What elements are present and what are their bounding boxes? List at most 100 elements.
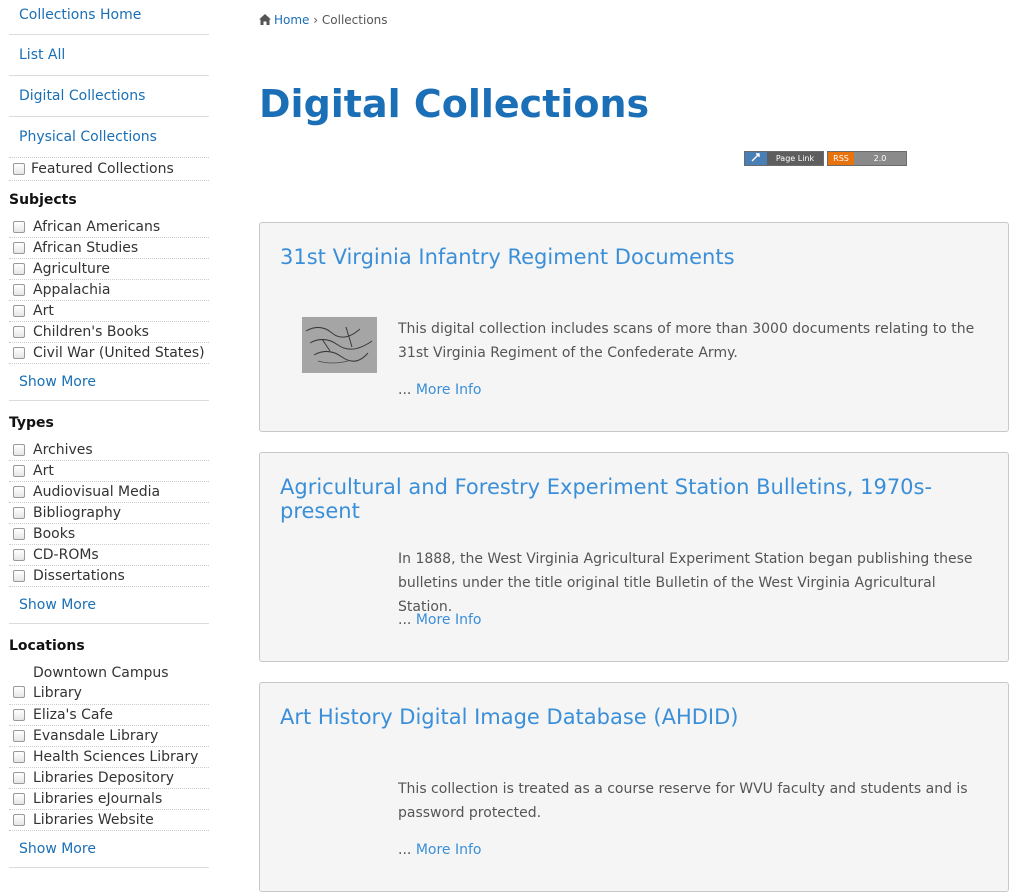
type-label: CD-ROMs <box>33 547 99 563</box>
nav-list-all[interactable]: List All <box>9 35 209 76</box>
rss-badge[interactable]: RSS 2.0 <box>827 151 907 166</box>
sidebar: Collections Home List All Digital Collec… <box>9 0 209 868</box>
ellipsis: ... <box>398 612 412 628</box>
page-link-label: Page Link <box>767 152 823 165</box>
subject-label: Children's Books <box>33 324 149 340</box>
breadcrumb: Home › Collections <box>259 13 388 28</box>
collection-title-link[interactable]: 31st Virginia Infantry Regiment Document… <box>280 245 735 269</box>
checkbox[interactable] <box>13 263 25 275</box>
featured-checkbox[interactable] <box>13 163 25 175</box>
subject-filter[interactable]: African Studies <box>9 238 209 259</box>
type-filter[interactable]: Archives <box>9 440 209 461</box>
types-show-more-link[interactable]: Show More <box>9 587 209 624</box>
location-filter[interactable]: Downtown Campus Library <box>9 663 209 705</box>
collection-card: 31st Virginia Infantry Regiment Document… <box>259 222 1009 432</box>
collection-thumbnail[interactable] <box>302 317 377 373</box>
nav-physical-collections[interactable]: Physical Collections <box>9 117 209 158</box>
location-label: Libraries Depository <box>33 770 175 786</box>
location-filter[interactable]: Libraries Depository <box>9 768 209 789</box>
checkbox[interactable] <box>13 347 25 359</box>
checkbox[interactable] <box>13 570 25 582</box>
breadcrumb-current: Collections <box>321 13 388 27</box>
subjects-heading: Subjects <box>9 192 77 208</box>
location-filter[interactable]: Libraries eJournals <box>9 789 209 810</box>
more-info-row: ... More Info <box>398 382 481 398</box>
nav-digital-collections[interactable]: Digital Collections <box>9 76 209 117</box>
types-heading: Types <box>9 415 54 431</box>
collection-title-link[interactable]: Art History Digital Image Database (AHDI… <box>280 705 738 729</box>
checkbox[interactable] <box>13 709 25 721</box>
feed-badges: Page Link RSS 2.0 <box>744 151 907 166</box>
checkbox[interactable] <box>13 814 25 826</box>
subject-filter[interactable]: Civil War (United States) <box>9 343 209 364</box>
more-info-row: ... More Info <box>398 842 481 858</box>
collection-description: This digital collection includes scans o… <box>398 321 975 361</box>
checkbox[interactable] <box>13 772 25 784</box>
collection-title-link[interactable]: Agricultural and Forestry Experiment Sta… <box>280 475 932 523</box>
featured-label: Featured Collections <box>31 161 174 177</box>
checkbox[interactable] <box>13 326 25 338</box>
checkbox[interactable] <box>13 793 25 805</box>
subject-filter[interactable]: Agriculture <box>9 259 209 280</box>
type-label: Art <box>33 463 54 479</box>
checkbox[interactable] <box>13 507 25 519</box>
type-label: Audiovisual Media <box>33 484 161 500</box>
more-info-row: ... More Info <box>398 612 481 628</box>
checkbox[interactable] <box>13 528 25 540</box>
type-filter[interactable]: Bibliography <box>9 503 209 524</box>
checkbox[interactable] <box>13 686 25 698</box>
subject-filter[interactable]: Art <box>9 301 209 322</box>
type-filter[interactable]: Dissertations <box>9 566 209 587</box>
checkbox[interactable] <box>13 305 25 317</box>
subject-label: Agriculture <box>33 261 110 277</box>
subject-filter[interactable]: Children's Books <box>9 322 209 343</box>
type-label: Books <box>33 526 76 542</box>
more-info-link[interactable]: More Info <box>416 612 482 628</box>
subject-label: Art <box>33 303 54 319</box>
location-label: Health Sciences Library <box>33 749 199 765</box>
collection-card: Art History Digital Image Database (AHDI… <box>259 682 1009 892</box>
checkbox[interactable] <box>13 549 25 561</box>
ellipsis: ... <box>398 382 412 398</box>
location-filter[interactable]: Evansdale Library <box>9 726 209 747</box>
checkbox[interactable] <box>13 221 25 233</box>
type-label: Bibliography <box>33 505 121 521</box>
locations-show-more-link[interactable]: Show More <box>9 831 209 868</box>
location-label: Evansdale Library <box>33 728 159 744</box>
type-label: Dissertations <box>33 568 125 584</box>
more-info-link[interactable]: More Info <box>416 382 482 398</box>
collection-card: Agricultural and Forestry Experiment Sta… <box>259 452 1009 662</box>
locations-heading: Locations <box>9 638 85 654</box>
breadcrumb-home-link[interactable]: Home <box>274 13 309 27</box>
checkbox[interactable] <box>13 284 25 296</box>
more-info-link[interactable]: More Info <box>416 842 482 858</box>
type-filter[interactable]: CD-ROMs <box>9 545 209 566</box>
location-label: Downtown Campus Library <box>33 665 169 701</box>
type-filter[interactable]: Art <box>9 461 209 482</box>
subject-label: African Studies <box>33 240 139 256</box>
nav-collections-home[interactable]: Collections Home <box>9 0 209 35</box>
location-filter[interactable]: Health Sciences Library <box>9 747 209 768</box>
checkbox[interactable] <box>13 465 25 477</box>
checkbox[interactable] <box>13 444 25 456</box>
checkbox[interactable] <box>13 242 25 254</box>
location-filter[interactable]: Eliza's Cafe <box>9 705 209 726</box>
featured-collections-filter[interactable]: Featured Collections <box>9 158 209 181</box>
subjects-show-more-link[interactable]: Show More <box>9 364 209 401</box>
checkbox[interactable] <box>13 730 25 742</box>
subject-label: African Americans <box>33 219 161 235</box>
rss-version: 2.0 <box>854 152 906 165</box>
breadcrumb-separator: › <box>313 13 319 27</box>
checkbox[interactable] <box>13 751 25 763</box>
type-filter[interactable]: Audiovisual Media <box>9 482 209 503</box>
subject-filter[interactable]: African Americans <box>9 217 209 238</box>
subject-label: Appalachia <box>33 282 111 298</box>
collection-description: In 1888, the West Virginia Agricultural … <box>398 551 973 615</box>
checkbox[interactable] <box>13 486 25 498</box>
type-filter[interactable]: Books <box>9 524 209 545</box>
subject-label: Civil War (United States) <box>33 345 205 361</box>
subject-filter[interactable]: Appalachia <box>9 280 209 301</box>
location-filter[interactable]: Libraries Website <box>9 810 209 831</box>
home-icon[interactable] <box>259 14 271 28</box>
page-link-badge[interactable]: Page Link <box>744 151 824 166</box>
